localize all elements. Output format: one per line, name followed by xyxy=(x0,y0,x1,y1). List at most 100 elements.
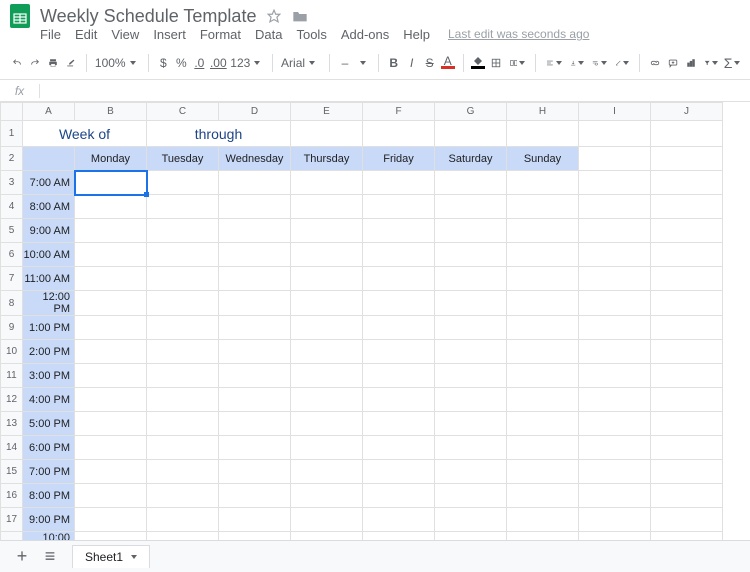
cell[interactable] xyxy=(651,340,723,364)
cell[interactable] xyxy=(147,291,219,316)
cell[interactable] xyxy=(219,316,291,340)
functions-icon[interactable]: Σ xyxy=(722,52,742,74)
cell[interactable] xyxy=(75,267,147,291)
cell[interactable] xyxy=(507,121,579,147)
merge-cells-button[interactable] xyxy=(506,52,530,74)
cell[interactable] xyxy=(75,316,147,340)
row-head[interactable]: 14 xyxy=(1,436,23,460)
text-color-button[interactable]: A xyxy=(439,52,457,74)
cell[interactable] xyxy=(435,316,507,340)
cell[interactable] xyxy=(147,508,219,532)
menu-help[interactable]: Help xyxy=(403,27,430,42)
cell[interactable] xyxy=(579,171,651,195)
fill-color-button[interactable] xyxy=(469,52,487,74)
menu-addons[interactable]: Add-ons xyxy=(341,27,389,42)
cell[interactable] xyxy=(579,388,651,412)
cell[interactable] xyxy=(291,364,363,388)
cell[interactable] xyxy=(507,219,579,243)
cell[interactable] xyxy=(291,195,363,219)
cell[interactable] xyxy=(651,460,723,484)
font-size-decrease-icon[interactable]: – xyxy=(336,52,354,74)
v-align-button[interactable] xyxy=(566,52,588,74)
row-head[interactable]: 17 xyxy=(1,508,23,532)
undo-icon[interactable] xyxy=(8,52,26,74)
day-header[interactable]: Saturday xyxy=(435,147,507,171)
cell[interactable] xyxy=(291,291,363,316)
day-header[interactable]: Thursday xyxy=(291,147,363,171)
time-cell[interactable]: 8:00 AM xyxy=(23,195,75,219)
cell[interactable] xyxy=(291,219,363,243)
time-cell[interactable]: 5:00 PM xyxy=(23,412,75,436)
print-icon[interactable] xyxy=(44,52,62,74)
cell[interactable] xyxy=(219,267,291,291)
font-dropdown[interactable]: Arial xyxy=(279,52,323,74)
cell[interactable] xyxy=(147,316,219,340)
cell[interactable] xyxy=(651,291,723,316)
time-cell[interactable]: 7:00 PM xyxy=(23,460,75,484)
cell[interactable] xyxy=(651,484,723,508)
col-head[interactable]: F xyxy=(363,103,435,121)
cell[interactable] xyxy=(147,171,219,195)
cell[interactable] xyxy=(75,388,147,412)
all-sheets-button[interactable]: ≡ xyxy=(36,543,64,571)
time-cell[interactable]: 12:00 PM xyxy=(23,291,75,316)
cell[interactable] xyxy=(291,412,363,436)
cell[interactable] xyxy=(435,195,507,219)
time-cell[interactable]: 9:00 PM xyxy=(23,508,75,532)
cell[interactable] xyxy=(291,436,363,460)
cell[interactable] xyxy=(435,364,507,388)
cell[interactable] xyxy=(75,484,147,508)
cell[interactable] xyxy=(507,460,579,484)
cell[interactable] xyxy=(507,195,579,219)
cell[interactable] xyxy=(579,460,651,484)
menu-data[interactable]: Data xyxy=(255,27,282,42)
cell[interactable] xyxy=(363,316,435,340)
cell[interactable] xyxy=(147,364,219,388)
cell[interactable] xyxy=(147,243,219,267)
cell[interactable] xyxy=(147,195,219,219)
col-head[interactable]: H xyxy=(507,103,579,121)
increase-decimal-button[interactable]: .00 xyxy=(208,52,228,74)
cell[interactable] xyxy=(147,412,219,436)
week-of-label[interactable]: Week of xyxy=(23,121,147,147)
cell[interactable] xyxy=(219,436,291,460)
cell[interactable] xyxy=(651,195,723,219)
formula-input[interactable] xyxy=(40,84,750,98)
cell[interactable] xyxy=(363,340,435,364)
cell[interactable] xyxy=(435,340,507,364)
cell[interactable] xyxy=(291,267,363,291)
col-head[interactable]: J xyxy=(651,103,723,121)
cell[interactable] xyxy=(363,171,435,195)
cell[interactable] xyxy=(363,121,435,147)
time-cell[interactable]: 9:00 AM xyxy=(23,219,75,243)
cell[interactable] xyxy=(219,388,291,412)
row-head[interactable]: 11 xyxy=(1,364,23,388)
cell[interactable] xyxy=(435,388,507,412)
cell[interactable] xyxy=(435,219,507,243)
cell[interactable] xyxy=(75,243,147,267)
cell[interactable] xyxy=(363,291,435,316)
row-head[interactable]: 2 xyxy=(1,147,23,171)
time-cell[interactable]: 2:00 PM xyxy=(23,340,75,364)
cell[interactable] xyxy=(219,412,291,436)
cell[interactable] xyxy=(291,171,363,195)
cell[interactable] xyxy=(435,412,507,436)
cell[interactable] xyxy=(219,484,291,508)
col-head[interactable]: C xyxy=(147,103,219,121)
cell[interactable] xyxy=(147,388,219,412)
col-head[interactable]: A xyxy=(23,103,75,121)
italic-button[interactable]: I xyxy=(403,52,421,74)
format-currency-button[interactable]: $ xyxy=(154,52,172,74)
row-head[interactable]: 10 xyxy=(1,340,23,364)
cell[interactable] xyxy=(363,243,435,267)
zoom-dropdown[interactable]: 100% xyxy=(93,52,142,74)
cell[interactable] xyxy=(651,121,723,147)
wrap-button[interactable] xyxy=(588,52,610,74)
row-head[interactable]: 4 xyxy=(1,195,23,219)
row-head[interactable]: 12 xyxy=(1,388,23,412)
col-head[interactable]: B xyxy=(75,103,147,121)
cell[interactable] xyxy=(75,364,147,388)
cell[interactable] xyxy=(435,243,507,267)
cell[interactable] xyxy=(147,460,219,484)
row-head[interactable]: 6 xyxy=(1,243,23,267)
